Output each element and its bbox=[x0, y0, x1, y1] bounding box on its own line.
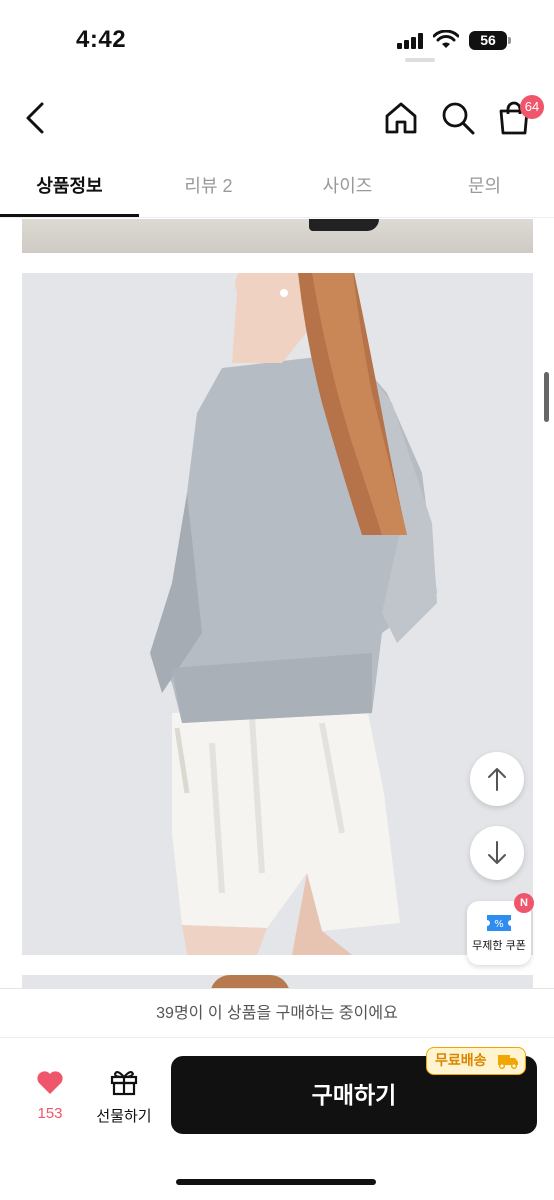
product-image-previous bbox=[22, 219, 533, 253]
model-illustration bbox=[150, 273, 437, 955]
status-time: 4:42 bbox=[76, 26, 127, 53]
tab-reviews[interactable]: 리뷰 2 bbox=[139, 160, 278, 218]
gift-label: 선물하기 bbox=[96, 1108, 152, 1125]
tab-inquiry[interactable]: 문의 bbox=[415, 160, 554, 218]
battery-icon: 56 bbox=[469, 31, 511, 50]
free-shipping-badge: 무료배송 bbox=[426, 1047, 526, 1075]
heart-icon bbox=[37, 1071, 63, 1094]
status-bar: 4:42 56 bbox=[0, 0, 554, 80]
truck-icon bbox=[498, 1055, 518, 1069]
cellular-signal-icon bbox=[397, 33, 423, 49]
cart-count-badge: 64 bbox=[520, 95, 544, 119]
like-count: 153 bbox=[37, 1105, 63, 1122]
coupon-ticket-icon: % bbox=[487, 915, 511, 931]
coupon-label: 무제한 쿠폰 bbox=[472, 940, 526, 952]
arrow-up-icon bbox=[488, 768, 506, 791]
product-tabs: 상품정보 리뷰 2 사이즈 문의 bbox=[0, 160, 554, 218]
product-image-next bbox=[22, 975, 533, 989]
tab-size[interactable]: 사이즈 bbox=[278, 160, 417, 218]
back-icon[interactable] bbox=[18, 98, 54, 138]
scroll-top-button[interactable] bbox=[470, 752, 524, 806]
app-header bbox=[0, 88, 554, 148]
svg-text:%: % bbox=[494, 919, 504, 930]
gift-icon bbox=[110, 1071, 138, 1096]
scroll-bottom-button[interactable] bbox=[470, 826, 524, 880]
active-tab-indicator bbox=[0, 214, 139, 217]
search-icon[interactable] bbox=[440, 100, 476, 136]
tab-product-info[interactable]: 상품정보 bbox=[0, 160, 139, 218]
free-shipping-label: 무료배송 bbox=[435, 1052, 487, 1068]
arrow-down-icon bbox=[488, 841, 506, 864]
like-button[interactable]: 153 bbox=[22, 1070, 78, 1122]
home-icon[interactable] bbox=[383, 100, 419, 136]
new-badge: N bbox=[514, 893, 534, 913]
dynamic-island-hint bbox=[405, 58, 435, 62]
home-indicator bbox=[176, 1179, 376, 1185]
wifi-icon bbox=[433, 30, 459, 48]
product-image bbox=[22, 273, 533, 955]
coupon-button[interactable]: % 무제한 쿠폰 N bbox=[467, 893, 534, 965]
gift-button[interactable]: 선물하기 bbox=[88, 1068, 160, 1126]
scrollbar-thumb[interactable] bbox=[544, 372, 549, 422]
purchase-activity-notice: 39명이 이 상품을 구매하는 중이에요 bbox=[0, 988, 554, 1038]
